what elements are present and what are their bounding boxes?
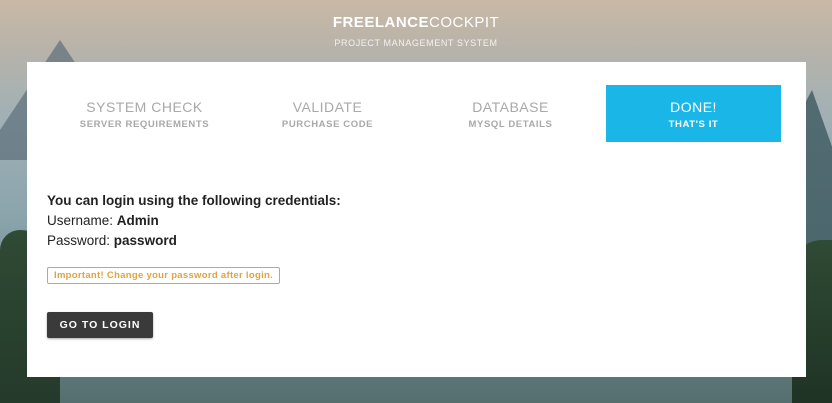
password-line: Password: password (47, 231, 341, 251)
step-subtitle: MYSQL DETAILS (468, 119, 553, 130)
step-title: DONE! (670, 99, 717, 115)
app-subtitle: PROJECT MANAGEMENT SYSTEM (334, 38, 498, 48)
step-system-check[interactable]: SYSTEM CHECK SERVER REQUIREMENTS (57, 85, 232, 142)
step-title: DATABASE (472, 99, 549, 115)
step-title: SYSTEM CHECK (86, 99, 203, 115)
app-logo: FREELANCECOCKPIT (0, 14, 832, 32)
password-value: password (113, 233, 177, 248)
step-validate[interactable]: VALIDATE PURCHASE CODE (240, 85, 415, 142)
step-subtitle: PURCHASE CODE (281, 119, 374, 130)
installer-steps: SYSTEM CHECK SERVER REQUIREMENTS VALIDAT… (57, 85, 781, 142)
username-value: Admin (116, 213, 159, 228)
username-line: Username: Admin (47, 211, 341, 231)
username-label: Username: (47, 213, 114, 228)
step-title: VALIDATE (292, 99, 363, 115)
installer-card: SYSTEM CHECK SERVER REQUIREMENTS VALIDAT… (27, 62, 806, 377)
step-subtitle: SERVER REQUIREMENTS (79, 119, 210, 130)
logo-light-text: COCKPIT (428, 14, 500, 31)
go-to-login-button[interactable]: GO TO LOGIN (47, 312, 153, 338)
password-label: Password: (47, 233, 111, 248)
step-subtitle: THAT'S IT (668, 119, 719, 130)
credentials-heading: You can login using the following creden… (47, 193, 341, 208)
logo-bold-text: FREELANCE (332, 14, 429, 31)
step-database[interactable]: DATABASE MYSQL DETAILS (423, 85, 598, 142)
important-warning-badge: Important! Change your password after lo… (47, 267, 281, 284)
brand-header: FREELANCECOCKPIT PROJECT MANAGEMENT SYST… (0, 14, 832, 48)
credentials-info: You can login using the following creden… (47, 191, 341, 251)
step-done[interactable]: DONE! THAT'S IT (606, 85, 781, 142)
